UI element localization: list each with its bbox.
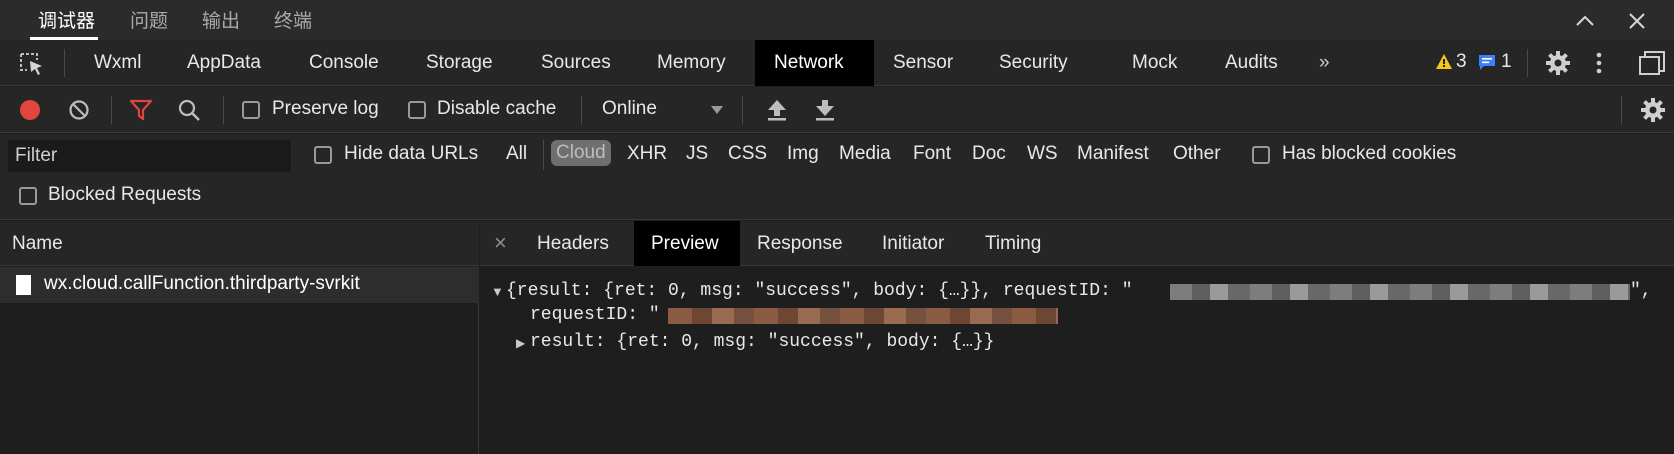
- tab-memory[interactable]: Memory: [638, 40, 745, 86]
- throttling-value: Online: [602, 98, 657, 119]
- preview-summary-end: ",: [1630, 281, 1652, 301]
- filter-input[interactable]: [8, 140, 291, 172]
- filter-type-font[interactable]: Font: [913, 143, 951, 165]
- panel-tab-issues[interactable]: 问题: [130, 6, 168, 33]
- request-id-line[interactable]: requestID: ": [530, 305, 660, 325]
- divider: [111, 96, 112, 124]
- detail-tab-bar: × Headers Preview Response Initiator Tim…: [480, 221, 1674, 266]
- disable-cache-label: Disable cache: [437, 98, 557, 119]
- filter-type-doc[interactable]: Doc: [972, 143, 1006, 165]
- filter-icon[interactable]: [129, 99, 153, 127]
- preserve-log-checkbox[interactable]: [242, 101, 260, 119]
- settings-gear-icon[interactable]: [1545, 50, 1571, 82]
- filter-type-all[interactable]: All: [506, 143, 527, 165]
- export-har-icon[interactable]: [814, 98, 836, 128]
- filter-type-js[interactable]: JS: [686, 143, 708, 165]
- close-detail-icon[interactable]: ×: [494, 230, 507, 256]
- warning-icon[interactable]: [1435, 53, 1453, 76]
- request-list: Name wx.cloud.callFunction.thirdparty-sv…: [0, 221, 479, 454]
- tab-sensor[interactable]: Sensor: [874, 40, 972, 86]
- filter-type-media[interactable]: Media: [839, 143, 891, 165]
- hide-data-urls-label: Hide data URLs: [344, 143, 479, 164]
- tab-preview[interactable]: Preview: [634, 221, 740, 266]
- document-icon: [16, 275, 31, 295]
- panel-tab-output[interactable]: 输出: [202, 6, 240, 33]
- divider: [742, 96, 743, 124]
- result-line[interactable]: result: {ret: 0, msg: "success", body: {…: [530, 332, 994, 352]
- filter-bar: Hide data URLs All Cloud XHR JS CSS Img …: [0, 134, 1674, 220]
- collapse-panel-icon[interactable]: [1570, 6, 1600, 36]
- message-icon[interactable]: [1478, 54, 1496, 77]
- close-panel-icon[interactable]: [1622, 6, 1652, 36]
- tab-security[interactable]: Security: [980, 40, 1087, 86]
- filter-type-manifest[interactable]: Manifest: [1077, 143, 1149, 165]
- expand-triangle-icon[interactable]: ▶: [516, 336, 525, 350]
- panel-tab-terminal[interactable]: 终端: [274, 6, 312, 33]
- redacted-request-id: [1170, 284, 1630, 300]
- panel-bar: 调试器 问题 输出 终端: [0, 0, 1674, 40]
- divider: [543, 140, 544, 170]
- divider: [1527, 49, 1528, 77]
- record-icon[interactable]: [19, 99, 41, 127]
- preserve-log-label: Preserve log: [272, 98, 379, 119]
- name-column-header[interactable]: Name: [0, 221, 479, 266]
- panel-tab-debugger[interactable]: 调试器: [38, 6, 95, 33]
- inspect-element-icon[interactable]: [18, 51, 46, 83]
- has-blocked-cookies-checkbox[interactable]: [1252, 146, 1270, 164]
- tab-headers[interactable]: Headers: [520, 221, 626, 266]
- blocked-requests-label: Blocked Requests: [48, 184, 202, 205]
- disable-cache-checkbox[interactable]: [408, 101, 426, 119]
- preview-summary[interactable]: {result: {ret: 0, msg: "success", body: …: [506, 281, 1133, 301]
- import-har-icon[interactable]: [766, 98, 788, 128]
- tab-mock[interactable]: Mock: [1113, 40, 1196, 86]
- blocked-requests-checkbox[interactable]: [19, 187, 37, 205]
- more-options-icon[interactable]: [1595, 51, 1603, 81]
- filter-type-css[interactable]: CSS: [728, 143, 767, 165]
- warnings-count: 3: [1456, 51, 1467, 72]
- divider: [581, 96, 582, 124]
- tab-initiator[interactable]: Initiator: [865, 221, 961, 266]
- divider: [223, 96, 224, 124]
- chevron-down-icon: [711, 106, 723, 114]
- hide-data-urls-checkbox[interactable]: [314, 146, 332, 164]
- more-tabs-icon[interactable]: »: [1300, 40, 1349, 86]
- request-detail: × Headers Preview Response Initiator Tim…: [480, 221, 1674, 454]
- tab-console[interactable]: Console: [290, 40, 398, 86]
- network-settings-gear-icon[interactable]: [1640, 97, 1666, 129]
- throttling-select[interactable]: Online: [600, 87, 730, 133]
- redacted-request-id-value: [668, 308, 1058, 324]
- collapse-triangle-icon[interactable]: ▼: [491, 284, 504, 299]
- request-name: wx.cloud.callFunction.thirdparty-svrkit: [44, 273, 360, 294]
- has-blocked-cookies-label: Has blocked cookies: [1282, 143, 1457, 164]
- tab-response[interactable]: Response: [740, 221, 860, 266]
- tab-appdata[interactable]: AppData: [168, 40, 280, 86]
- tab-sources[interactable]: Sources: [522, 40, 630, 86]
- filter-type-ws[interactable]: WS: [1027, 143, 1058, 165]
- filter-type-cloud[interactable]: Cloud: [551, 140, 611, 166]
- devtools-tab-bar: Wxml AppData Console Storage Sources Mem…: [0, 40, 1674, 86]
- tab-wxml[interactable]: Wxml: [75, 40, 160, 86]
- clear-icon[interactable]: [68, 99, 90, 127]
- search-icon[interactable]: [177, 98, 201, 128]
- network-toolbar: Preserve log Disable cache Online: [0, 87, 1674, 133]
- divider: [1621, 96, 1622, 124]
- filter-type-other[interactable]: Other: [1173, 143, 1221, 165]
- request-row[interactable]: wx.cloud.callFunction.thirdparty-svrkit: [0, 267, 479, 303]
- divider: [64, 49, 65, 77]
- tab-network[interactable]: Network: [755, 40, 874, 86]
- tab-timing[interactable]: Timing: [968, 221, 1058, 266]
- filter-type-img[interactable]: Img: [787, 143, 819, 165]
- tab-storage[interactable]: Storage: [407, 40, 512, 86]
- tab-audits[interactable]: Audits: [1206, 40, 1297, 86]
- filter-type-xhr[interactable]: XHR: [627, 143, 667, 165]
- messages-count: 1: [1501, 51, 1512, 72]
- dock-side-icon[interactable]: [1638, 50, 1666, 82]
